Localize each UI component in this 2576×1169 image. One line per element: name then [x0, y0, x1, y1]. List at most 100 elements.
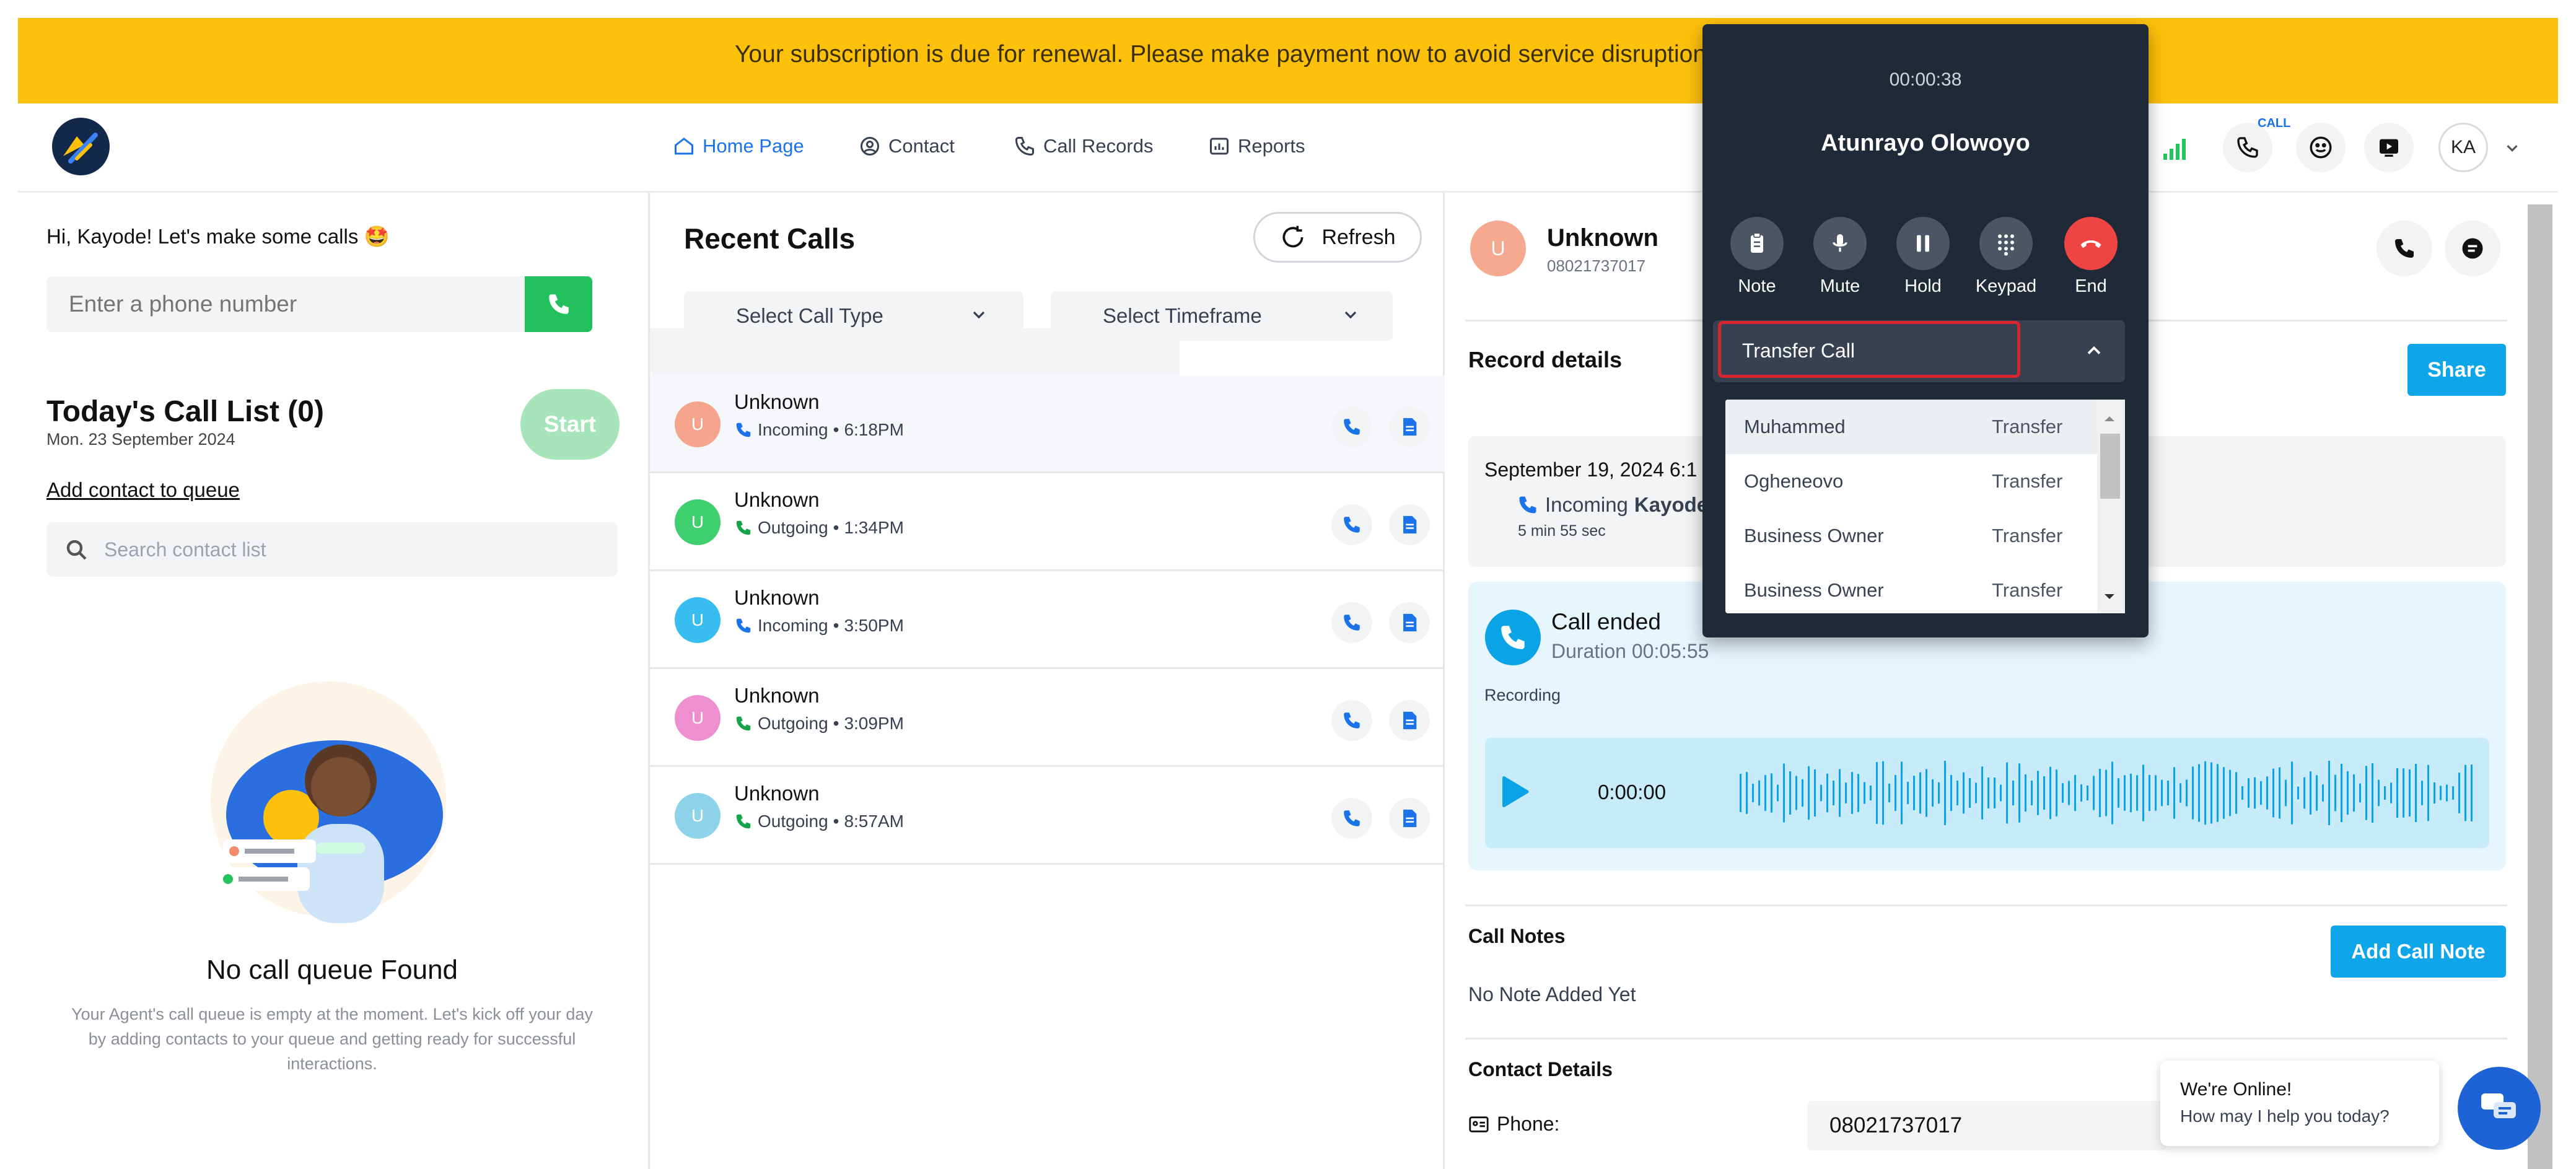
waveform-bar [2018, 763, 2020, 823]
caller-name: Unknown [734, 684, 820, 707]
waveform-bar [1864, 782, 1865, 804]
chat-greeting-bubble[interactable] [2160, 1061, 2439, 1146]
phone-icon [1344, 615, 1360, 631]
nav-home[interactable]: Home Page [673, 132, 804, 160]
end-call-control[interactable]: End [2057, 217, 2125, 297]
transfer-target-row[interactable]: Business Owner Transfer [1725, 509, 2097, 563]
add-call-note-button[interactable]: Add Call Note [2331, 926, 2506, 978]
call-direction: Outgoing [758, 812, 828, 831]
waveform-bar [2210, 762, 2212, 824]
contact-number: 08021737017 [1547, 256, 1646, 275]
call-back-button[interactable] [1331, 602, 1372, 643]
right-panel-scrollbar[interactable] [2528, 204, 2552, 1169]
call-details-button[interactable] [1389, 406, 1430, 447]
contact-message-button[interactable] [2445, 221, 2500, 276]
note-control[interactable]: Note [1723, 217, 1791, 297]
chevron-up-icon[interactable] [2083, 339, 2105, 362]
nav-contact[interactable]: Contact [859, 132, 955, 160]
chevron-down-icon[interactable] [2503, 139, 2521, 157]
waveform-bar [1969, 777, 1971, 808]
scroll-up-arrow-icon[interactable] [2102, 414, 2117, 424]
transfer-target-row[interactable]: Business Owner Transfer [1725, 563, 2097, 613]
document-icon [1403, 515, 1417, 534]
transfer-list-scroll-thumb[interactable] [2100, 434, 2120, 499]
waveform-bar [1789, 771, 1791, 815]
transfer-target-action[interactable]: Transfer [1992, 525, 2062, 547]
waveform-bar [1758, 780, 1760, 806]
call-back-button[interactable] [1331, 406, 1372, 447]
status-button[interactable] [2296, 123, 2346, 172]
play-icon[interactable] [1499, 774, 1530, 809]
waveform-bar [2390, 782, 2392, 803]
chat-launcher-button[interactable] [2458, 1067, 2541, 1150]
recent-call-row[interactable]: U Unknown Outgoing • 8:57AM [650, 767, 1445, 865]
start-button[interactable]: Start [520, 389, 620, 460]
scroll-down-arrow-icon[interactable] [2102, 592, 2117, 602]
waveform-bar [2155, 775, 2157, 811]
audio-waveform[interactable] [1740, 759, 2474, 827]
waveform-bar [2099, 769, 2101, 817]
transfer-target-list: Muhammed Transfer Ogheneovo Transfer Bus… [1725, 400, 2125, 613]
call-details-button[interactable] [1389, 504, 1430, 545]
call-time: 6:18PM [844, 420, 904, 439]
nav-call-records[interactable]: Call Records [1014, 132, 1153, 160]
keypad-control[interactable]: Keypad [1972, 217, 2040, 297]
details-divider [1465, 1038, 2507, 1040]
call-separator: • [833, 420, 839, 439]
transfer-target-action[interactable]: Transfer [1992, 470, 2062, 493]
call-ended-icon [1485, 610, 1541, 665]
call-back-button[interactable] [1331, 798, 1372, 839]
waveform-bar [1932, 779, 1934, 807]
player-time: 0:00:00 [1598, 781, 1667, 803]
media-button[interactable] [2364, 123, 2414, 172]
empty-queue-description: Your Agent's call queue is empty at the … [71, 1005, 593, 1073]
waveform-bar [2124, 775, 2126, 811]
recent-call-row[interactable]: U Unknown Outgoing • 3:09PM [650, 669, 1445, 767]
call-details-button[interactable] [1389, 700, 1430, 741]
phone-value-field[interactable]: 08021737017 [1807, 1101, 2166, 1150]
waveform-bar [1764, 775, 1766, 811]
transfer-target-row[interactable]: Muhammed Transfer [1725, 400, 2097, 454]
waveform-bar [1845, 782, 1847, 803]
transfer-list-scrollbar[interactable] [2097, 400, 2125, 613]
hangup-icon [2064, 217, 2118, 270]
waveform-bar [2074, 774, 2076, 812]
recent-call-row[interactable]: U Unknown Incoming • 6:18PM [650, 375, 1445, 473]
nav-reports[interactable]: Reports [1208, 132, 1305, 160]
timeframe-select-value: Select Timeframe [1103, 304, 1262, 327]
phone-number-input[interactable] [46, 276, 525, 332]
hold-control[interactable]: Hold [1889, 217, 1957, 297]
recent-call-row[interactable]: U Unknown Incoming • 3:50PM [650, 571, 1445, 669]
waveform-bar [2452, 786, 2454, 800]
recent-call-row[interactable]: U Unknown Outgoing • 1:34PM [650, 473, 1445, 571]
mute-control[interactable]: Mute [1806, 217, 1874, 297]
call-back-button[interactable] [1331, 700, 1372, 741]
waveform-bar [2217, 764, 2219, 822]
waveform-bar [1981, 766, 1983, 820]
waveform-bar [2440, 786, 2442, 800]
refresh-icon [1282, 225, 1303, 248]
keypad-label: Keypad [1975, 276, 2037, 296]
dial-button[interactable] [525, 276, 592, 332]
user-avatar[interactable]: KA [2438, 123, 2488, 172]
share-button[interactable]: Share [2407, 344, 2506, 396]
transfer-target-action[interactable]: Transfer [1992, 579, 2062, 602]
call-details-button[interactable] [1389, 798, 1430, 839]
refresh-button[interactable]: Refresh [1253, 212, 1422, 263]
call-separator: • [833, 616, 839, 635]
outgoing-call-icon [736, 520, 751, 535]
nav-reports-label: Reports [1238, 135, 1305, 157]
transfer-target-name: Business Owner [1744, 525, 1884, 546]
transfer-target-action[interactable]: Transfer [1992, 416, 2062, 438]
call-details-button[interactable] [1389, 602, 1430, 643]
waveform-bar [1876, 762, 1878, 824]
clipboard-icon [1730, 217, 1784, 270]
add-contact-to-queue-link[interactable]: Add contact to queue [46, 478, 240, 502]
call-direction: Outgoing [758, 518, 828, 537]
waveform-bar [1901, 761, 1903, 825]
contact-call-button[interactable] [2377, 221, 2432, 276]
transfer-target-row[interactable]: Ogheneovo Transfer [1725, 454, 2097, 509]
call-time: 8:57AM [844, 812, 904, 831]
app-logo[interactable] [52, 118, 110, 175]
call-back-button[interactable] [1331, 504, 1372, 545]
